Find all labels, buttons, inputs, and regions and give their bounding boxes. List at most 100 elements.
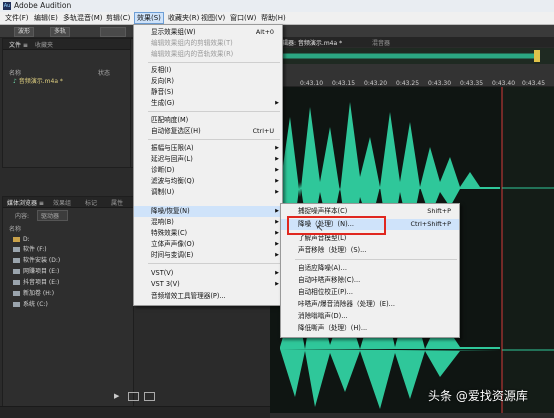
mouse-cursor-icon: ↖ [316, 224, 324, 234]
menu-item-auto-click-remover[interactable]: 自动咔嗒声移除(C)... [281, 275, 459, 286]
menu-item-delay[interactable]: 延迟与回声(L) ▶ [134, 154, 282, 165]
menu-item-time-pitch[interactable]: 时间与变调(E) ▶ [134, 250, 282, 261]
waveform-overview[interactable] [270, 48, 554, 64]
menu-separator [295, 259, 457, 260]
menu-item-vst3[interactable]: VST 3(V) ▶ [134, 279, 282, 290]
menu-view[interactable]: 视图(V) [199, 13, 227, 23]
ruler-tick: 0:43.35 [460, 80, 484, 87]
menu-item-stereo[interactable]: 立体声声像(O) ▶ [134, 239, 282, 250]
menu-item-amplitude[interactable]: 振幅与压限(A) ▶ [134, 143, 282, 154]
ruler-tick: 0:43.20 [364, 80, 388, 87]
menu-item-reverb[interactable]: 混响(B) ▶ [134, 217, 282, 228]
menu-item-invert[interactable]: 反相(I) [134, 65, 282, 76]
drive-item[interactable]: 软件 (F:) [13, 245, 47, 254]
menu-window[interactable]: 窗口(W) [228, 13, 258, 23]
menu-item-hiss-reduction[interactable]: 降低嘶声（处理）(H)... [281, 323, 459, 334]
drive-item[interactable]: 软件安装 (D:) [13, 256, 60, 265]
menu-separator [148, 139, 280, 140]
content-dropdown[interactable]: 驱动器 [37, 210, 69, 221]
submenu-arrow-icon: ▶ [275, 270, 279, 276]
ruler-tick: 0:43.15 [332, 80, 356, 87]
drive-icon [13, 269, 20, 274]
tool-button[interactable] [100, 27, 126, 37]
tab-effects-rack[interactable]: 效果组 [53, 198, 71, 207]
waveform-view-button[interactable]: 波形 [14, 27, 35, 37]
files-panel-tabs: 文件 ≡ 收藏夹 [3, 39, 131, 50]
menu-item-noise-reduction[interactable]: 降噪/恢复(N) ▶ [134, 206, 282, 217]
menu-item-auto-heal[interactable]: 自动修复选区(H) Ctrl+U [134, 126, 282, 137]
submenu-arrow-icon: ▶ [275, 252, 279, 258]
drive-item[interactable]: 新加卷 (H:) [13, 289, 54, 298]
media-panel-tabs: 媒体浏览器 ≡ 效果组 标记 属性 [3, 197, 133, 208]
column-name[interactable]: 名称 [9, 224, 21, 233]
menu-item-generate[interactable]: 生成(G) ▶ [134, 98, 282, 109]
multitrack-view-button[interactable]: 多轨 [50, 27, 71, 37]
column-name[interactable]: 名称 [9, 68, 21, 77]
file-item-label: 音频演示.m4a * [18, 78, 63, 85]
tab-editor[interactable]: 编辑器: 音频演示.m4a * [276, 38, 342, 47]
submenu-arrow-icon: ▶ [275, 167, 279, 173]
watermark: 头条 @爱找资源库 [428, 389, 528, 403]
menu-separator [148, 62, 280, 63]
drive-item[interactable]: D: [13, 235, 30, 244]
drive-item[interactable]: 系统 (C:) [13, 300, 48, 309]
title-bar: Au Adobe Audition [0, 0, 554, 12]
menu-separator [148, 111, 280, 112]
effects-menu: 显示效果组(W) Alt+0 编辑效果组内的剪辑效果(T) 编辑效果组内的音轨效果… [133, 24, 283, 306]
submenu-arrow-icon: ▶ [275, 145, 279, 151]
menu-item-edit-track-effects: 编辑效果组内的音轨效果(R) [151, 50, 234, 58]
drive-icon [13, 302, 20, 307]
menu-item-silence[interactable]: 静音(S) [134, 87, 282, 98]
loop-icon[interactable] [128, 392, 139, 401]
menu-favorites[interactable]: 收藏夹(R) [166, 13, 201, 23]
window-title: Adobe Audition [14, 1, 72, 10]
submenu-arrow-icon: ▶ [275, 208, 279, 214]
submenu-arrow-icon: ▶ [275, 178, 279, 184]
menu-item-click-pop-eliminator[interactable]: 咔嗒声/爆音消除器（处理）(E)... [281, 299, 459, 310]
audition-logo-icon: Au [3, 2, 11, 10]
menu-item-edit-clip-effects: 编辑效果组内的剪辑效果(T) [151, 39, 233, 47]
menu-item-reverse[interactable]: 反向(R) [134, 76, 282, 87]
menu-file[interactable]: 文件(F) [3, 13, 31, 23]
file-item[interactable]: ♪ 音频演示.m4a * [13, 77, 63, 86]
menu-item-modulation[interactable]: 调制(U) ▶ [134, 187, 282, 198]
menu-item-auto-phase[interactable]: 自动相位校正(P)... [281, 287, 459, 298]
column-status[interactable]: 状态 [98, 68, 110, 77]
time-ruler[interactable]: 0:43.10 0:43.15 0:43.20 0:43.25 0:43.30 … [270, 64, 554, 87]
menu-item-adaptive-noise[interactable]: 自适应降噪(A)... [281, 263, 459, 274]
menu-item-dehummer[interactable]: 消除嗡嗡声(D)... [281, 311, 459, 322]
files-panel: 文件 ≡ 收藏夹 名称 状态 ♪ 音频演示.m4a * [2, 38, 132, 168]
menu-item-filter-eq[interactable]: 滤波与均衡(Q) ▶ [134, 176, 282, 187]
menu-item-show-effects-rack[interactable]: 显示效果组(W) Alt+0 [134, 27, 282, 38]
submenu-arrow-icon: ▶ [275, 219, 279, 225]
submenu-arrow-icon: ▶ [275, 230, 279, 236]
menu-item-match-loudness[interactable]: 匹配响度(M) [134, 115, 282, 126]
menu-separator [148, 263, 280, 264]
tab-markers[interactable]: 标记 [85, 198, 97, 207]
tab-files[interactable]: 文件 ≡ [9, 40, 28, 49]
menu-item-special[interactable]: 特殊效果(C) ▶ [134, 228, 282, 239]
autoplay-icon[interactable] [144, 392, 155, 401]
editor-tabs: 编辑器: 音频演示.m4a * 混音器 [270, 37, 554, 47]
menu-item-diagnostics[interactable]: 诊断(D) ▶ [134, 165, 282, 176]
menu-effects[interactable]: 效果(S) [134, 12, 164, 24]
menu-item-plugin-manager[interactable]: 音频增效工具管理器(P)... [134, 291, 282, 302]
ruler-tick: 0:43.40 [492, 80, 516, 87]
ruler-tick: 0:43.10 [300, 80, 324, 87]
menu-help[interactable]: 帮助(H) [259, 13, 288, 23]
menu-item-sound-remover[interactable]: 声音移除（处理）(S)... [281, 245, 459, 256]
play-icon[interactable]: ▶ [114, 392, 119, 400]
tab-favorites[interactable]: 收藏夹 [35, 40, 53, 49]
menu-clip[interactable]: 剪辑(C) [104, 13, 132, 23]
menu-item-vst[interactable]: VST(V) ▶ [134, 268, 282, 279]
menu-multitrack[interactable]: 多轨混音(M) [61, 13, 105, 23]
drive-icon [13, 247, 20, 252]
drive-item[interactable]: 抖音项目 (E:) [13, 278, 59, 287]
drive-icon [13, 291, 20, 296]
tab-properties[interactable]: 属性 [111, 198, 123, 207]
drive-item[interactable]: 网赚项目 (E:) [13, 267, 59, 276]
tab-media-browser[interactable]: 媒体浏览器 ≡ [7, 198, 44, 207]
ruler-tick: 0:43.25 [396, 80, 420, 87]
tab-mixer[interactable]: 混音器 [372, 38, 390, 47]
menu-edit[interactable]: 编辑(E) [32, 13, 60, 23]
